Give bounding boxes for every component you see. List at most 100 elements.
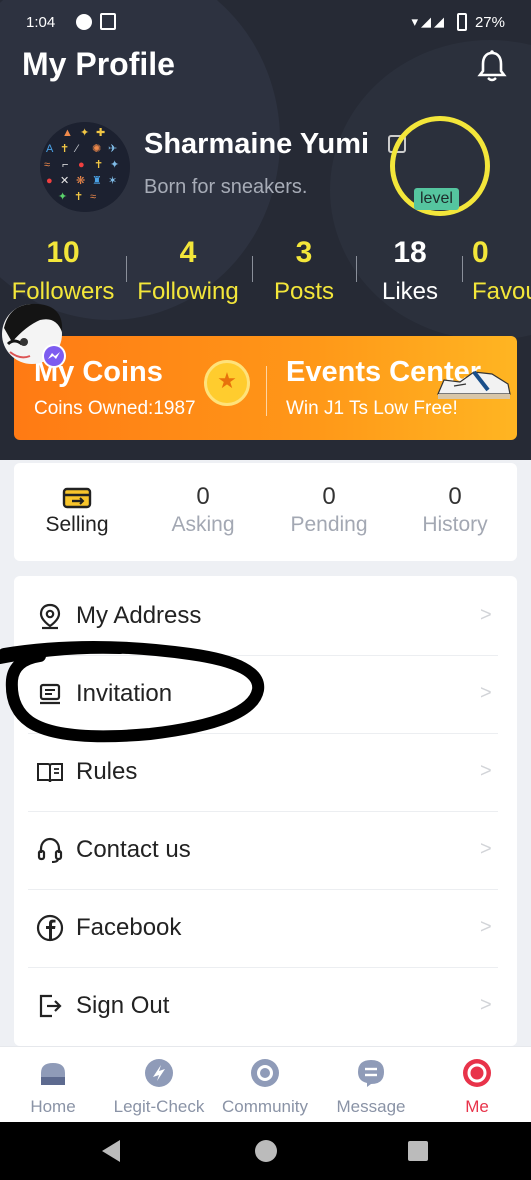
order-count: 0 [322,483,336,510]
notification-dot-icon [76,14,92,30]
events-subtitle[interactable]: Win J1 Ts Low Free! [286,398,458,420]
svg-text:✦: ✦ [110,159,119,171]
coin-icon[interactable]: ★ [204,360,250,406]
svg-text:✝: ✝ [60,143,69,155]
facebook-icon [36,914,64,942]
svg-text:✺: ✺ [92,143,101,155]
chat-head-avatar[interactable] [0,298,70,374]
page-title: My Profile [22,46,175,82]
stat-label: Following [137,278,239,305]
menu-item-contact-us[interactable]: Contact us > [14,812,517,890]
nav-label: Legit-Check [113,1097,205,1116]
avatar[interactable]: ▲ ✦ ✚ A ✝ ⁄ ✺ ✈ ≈ ⌐ ● ✝ ✦ ● ✕ ❋ ♜ ✶ ✦ ✝ ≈ [40,122,130,212]
order-tab-history[interactable]: 0 History [392,483,518,537]
me-icon [463,1059,491,1087]
book-icon [37,763,63,783]
chevron-right-icon: > [480,760,492,782]
chevron-right-icon: > [480,604,492,626]
svg-text:♜: ♜ [92,175,102,187]
menu-item-sign-out[interactable]: Sign Out > [14,968,517,1046]
sign-out-icon [39,994,62,1018]
stat-value: 4 [179,236,197,269]
svg-text:✶: ✶ [108,175,117,187]
nav-label: Home [30,1097,76,1116]
recent-apps-icon[interactable] [408,1141,428,1161]
level-badge[interactable]: level [414,188,459,210]
stat-label: Posts [273,278,335,305]
nav-label: Message [336,1097,406,1116]
nav-me[interactable]: Me [424,1057,530,1117]
bell-icon[interactable] [474,48,510,84]
user-bio: Born for sneakers. [144,176,308,198]
order-count: 0 [196,483,210,510]
menu-label: Sign Out [76,992,170,1019]
order-tab-pending[interactable]: 0 Pending [266,483,392,537]
nav-community[interactable]: Community [212,1057,318,1117]
order-tab-selling[interactable]: Selling [14,483,140,537]
chevron-right-icon: > [480,916,492,938]
svg-text:✦: ✦ [58,191,67,203]
svg-text:≈: ≈ [90,191,96,203]
nav-label: Community [222,1097,308,1116]
menu-item-facebook[interactable]: Facebook > [14,890,517,968]
svg-text:●: ● [46,175,53,187]
stat-following[interactable]: 4 Following [128,236,248,306]
menu-label: Contact us [76,836,191,863]
menu-label: Facebook [76,914,182,941]
location-pin-icon [39,603,61,630]
svg-text:▲: ▲ [62,127,73,139]
order-tab-asking[interactable]: 0 Asking [140,483,266,537]
stat-label: Likes [381,278,439,305]
svg-text:A: A [46,143,54,155]
coins-owned[interactable]: Coins Owned:1987 [34,398,196,420]
avatar-pattern-icon: ▲ ✦ ✚ A ✝ ⁄ ✺ ✈ ≈ ⌐ ● ✝ ✦ ● ✕ ❋ ♜ ✶ ✦ ✝ ≈ [40,122,130,212]
profile-stats: 10 Followers 4 Following 3 Posts 18 Like… [0,236,531,316]
order-label: History [422,513,488,536]
stat-value: 10 [46,236,80,269]
svg-text:✈: ✈ [108,143,117,155]
chevron-right-icon: > [480,994,492,1016]
svg-text:✚: ✚ [96,127,105,139]
system-navigation-bar [0,1122,531,1180]
stat-followers[interactable]: 10 Followers [0,236,126,306]
menu-label: Rules [76,758,138,785]
stat-value: 18 [393,236,427,269]
hand-drawn-circle-annotation [0,641,265,743]
orders-card: Selling 0 Asking 0 Pending 0 History [14,463,517,561]
nav-label: Me [465,1097,489,1116]
star-icon: ★ [217,368,237,393]
legit-check-icon [145,1059,173,1087]
back-icon[interactable] [102,1140,120,1162]
battery-icon [457,13,467,31]
stat-value: 0 [472,236,489,269]
svg-text:❋: ❋ [76,175,85,187]
sim-icon [100,13,116,30]
order-count: 0 [448,483,462,510]
order-label: Selling [45,513,109,536]
selling-icon [62,487,92,509]
status-time: 1:04 [26,14,56,31]
nav-home[interactable]: Home [0,1057,106,1117]
signal-icon: ▾◢◢ [411,14,447,29]
stat-favourites[interactable]: 0 Favou [472,236,531,306]
home-button-icon[interactable] [255,1140,277,1162]
svg-text:✕: ✕ [60,175,69,187]
chevron-right-icon: > [480,682,492,704]
status-bar: 1:04 ▾◢◢ 27% [0,0,531,46]
home-icon [41,1063,65,1085]
message-icon [358,1060,384,1087]
nav-message[interactable]: Message [318,1057,424,1117]
order-label: Pending [290,513,368,536]
battery-percent: 27% [474,14,505,31]
stat-divider [462,256,463,282]
username: Sharmaine Yumi [144,128,370,160]
order-label: Asking [171,513,235,536]
svg-text:✝: ✝ [74,191,83,203]
stat-value: 3 [295,236,313,269]
nav-legit-check[interactable]: Legit-Check [106,1057,212,1117]
stat-posts[interactable]: 3 Posts [254,236,354,306]
svg-text:✦: ✦ [80,127,89,139]
stat-likes[interactable]: 18 Likes [358,236,462,306]
headset-icon [37,837,63,863]
sneaker-icon [437,370,511,399]
